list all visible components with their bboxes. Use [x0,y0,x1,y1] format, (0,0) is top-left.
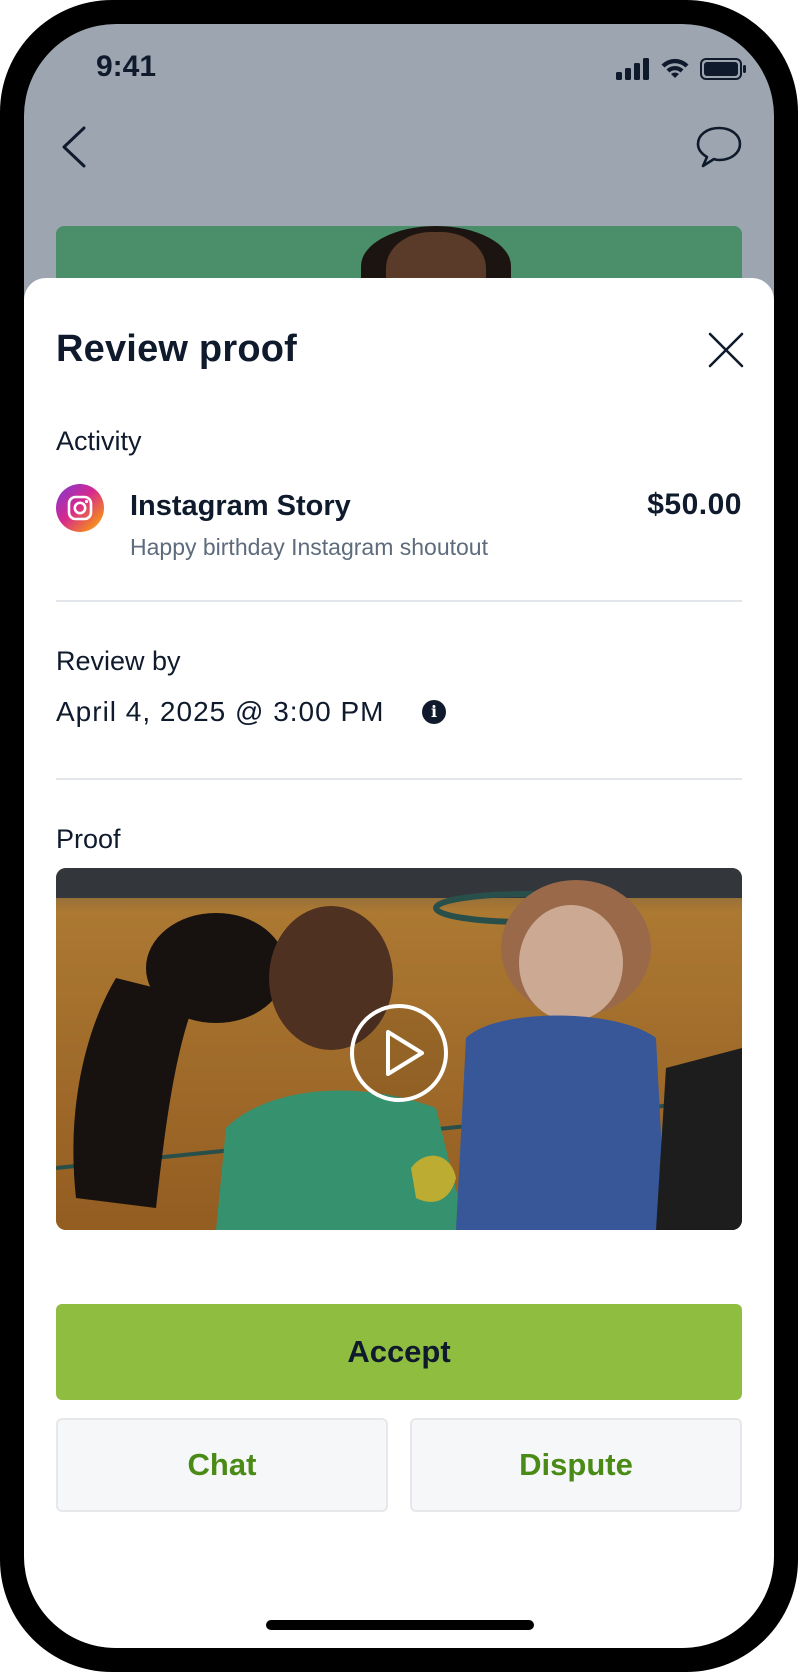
divider [56,778,742,780]
activity-price: $50.00 [647,488,742,521]
status-icons [616,58,746,80]
instagram-icon [56,484,104,532]
screen: 9:41 Review proof Activity Instagram Sto… [24,24,774,1648]
battery-icon [700,58,746,80]
phone-frame: 9:41 Review proof Activity Instagram Sto… [0,0,798,1672]
dispute-button[interactable]: Dispute [410,1418,742,1512]
activity-name: Instagram Story [130,490,351,522]
proof-label: Proof [56,824,121,854]
sheet-title: Review proof [56,328,297,370]
back-arrow-icon[interactable] [60,122,100,172]
play-icon[interactable] [348,1002,450,1104]
chat-bubble-icon[interactable] [694,124,744,170]
close-icon[interactable] [708,332,744,368]
proof-video-thumbnail[interactable] [56,868,742,1230]
activity-description: Happy birthday Instagram shoutout [130,534,488,560]
review-by-label: Review by [56,646,181,676]
review-proof-sheet: Review proof Activity Instagram Story Ha… [24,278,774,1648]
accept-button[interactable]: Accept [56,1304,742,1400]
status-time: 9:41 [96,50,157,83]
home-indicator [266,1620,534,1630]
divider [56,600,742,602]
signal-icon [616,58,649,80]
chat-button[interactable]: Chat [56,1418,388,1512]
info-icon[interactable]: i [422,700,446,724]
activity-label: Activity [56,426,142,456]
wifi-icon [661,58,689,78]
review-deadline: April 4, 2025 @ 3:00 PM [56,696,385,727]
